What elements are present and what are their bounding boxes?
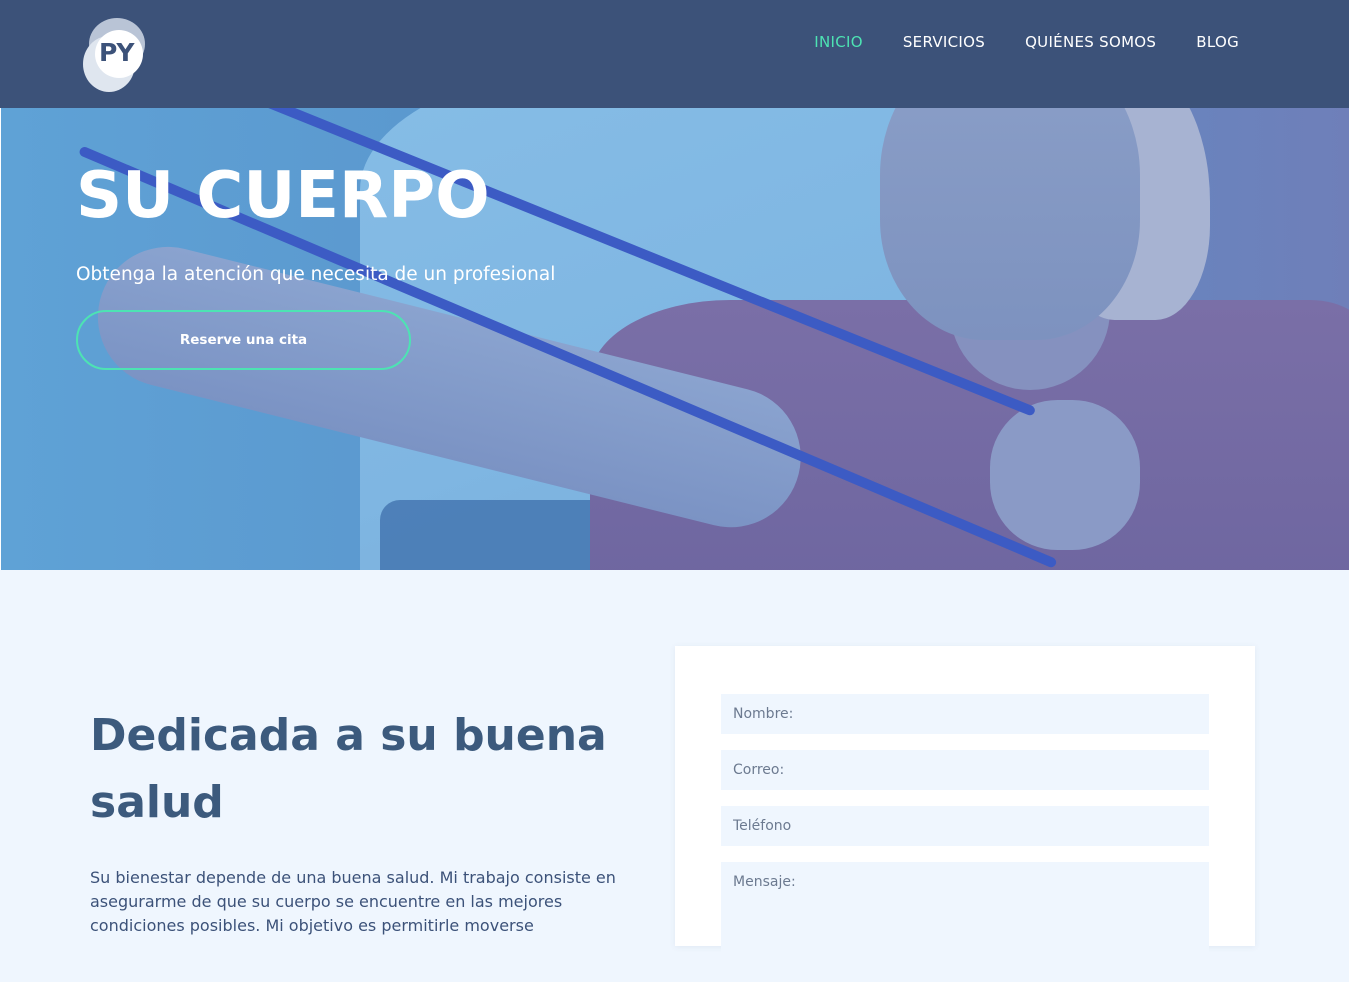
contact-form — [675, 646, 1255, 982]
logo-text: PY — [99, 38, 134, 67]
book-appointment-button[interactable]: Reserve una cita — [76, 310, 411, 370]
nav-item-servicios[interactable]: SERVICIOS — [903, 33, 985, 51]
nav-item-blog[interactable]: BLOG — [1196, 33, 1239, 51]
about-body: Su bienestar depende de una buena salud.… — [90, 868, 616, 935]
main-nav: INICIO SERVICIOS QUIÉNES SOMOS BLOG — [814, 33, 1239, 51]
hero-photo-hand — [990, 400, 1140, 550]
message-field[interactable] — [721, 862, 1209, 982]
email-field[interactable] — [721, 750, 1209, 790]
hero-title-line2: SU CUERPO — [76, 159, 490, 233]
hero-subtitle: Obtenga la atención que necesita de un p… — [76, 264, 556, 285]
phone-field[interactable] — [721, 806, 1209, 846]
nav-item-inicio[interactable]: INICIO — [814, 33, 863, 51]
site-header: PY INICIO SERVICIOS QUIÉNES SOMOS BLOG — [0, 0, 1349, 108]
name-field[interactable] — [721, 694, 1209, 734]
about-title: Dedicada a su buena salud — [90, 710, 607, 828]
nav-item-quienes-somos[interactable]: QUIÉNES SOMOS — [1025, 33, 1156, 51]
